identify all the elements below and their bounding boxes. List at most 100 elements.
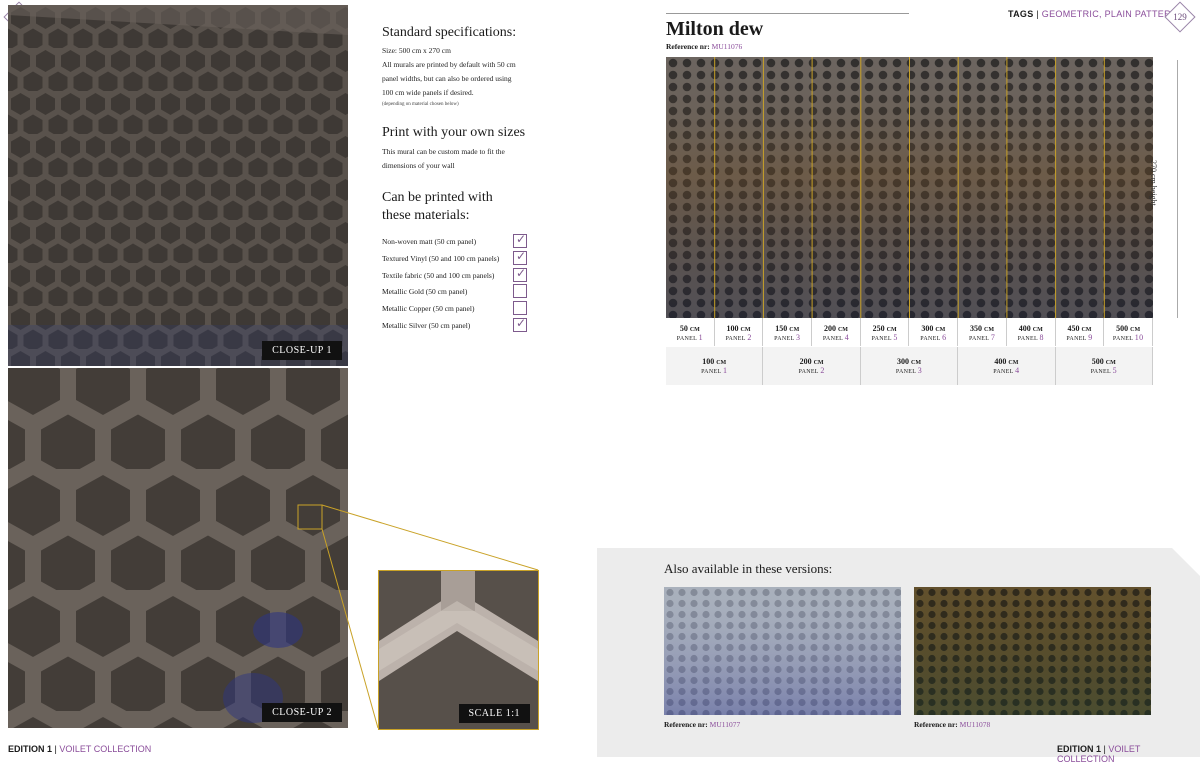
panel-number: PANEL 3 — [774, 333, 801, 342]
panel-100-cell: 300 CM PANEL 3 — [860, 347, 959, 385]
material-name: Metallic Copper (50 cm panel) — [382, 304, 475, 314]
panel-cm: 500 CM — [1091, 357, 1116, 366]
panel-50-cell: 450 CM PANEL 9 — [1055, 318, 1105, 346]
tags-line: TAGS | GEOMETRIC, PLAIN PATTERNS — [1008, 9, 1184, 19]
material-checkbox[interactable] — [513, 284, 527, 299]
edition-label-left: EDITION 1 — [8, 744, 53, 754]
panel-number: PANEL 2 — [798, 366, 825, 375]
panel-50-cell: 250 CM PANEL 5 — [860, 318, 910, 346]
material-name: Metallic Gold (50 cm panel) — [382, 287, 468, 297]
panel-100-cell: 100 CM PANEL 1 — [666, 347, 764, 385]
panel-number: PANEL 2 — [725, 333, 752, 342]
panel-number: PANEL 5 — [1090, 366, 1117, 375]
tags-value: GEOMETRIC, PLAIN PATTERNS — [1041, 9, 1184, 19]
footer-left: EDITION 1 | VOILET COLLECTION — [8, 744, 152, 754]
panel-100-cell: 500 CM PANEL 5 — [1055, 347, 1153, 385]
panel-cm: 500 CM — [1116, 324, 1141, 333]
panel-50-cell: 350 CM PANEL 7 — [958, 318, 1007, 346]
panel-number: PANEL 4 — [993, 366, 1020, 375]
check-icon: ✓ — [516, 265, 527, 280]
material-name: Non-woven matt (50 cm panel) — [382, 237, 477, 246]
material-row: Metallic Copper (50 cm panel) — [382, 301, 532, 318]
material-name: Metallic Silver (50 cm panel) — [382, 321, 471, 330]
tags-label: TAGS — [1008, 9, 1034, 19]
material-checkbox[interactable]: ✓ — [513, 248, 527, 265]
version-ref-1-label: Reference nr: — [664, 720, 708, 729]
height-indicator — [1177, 60, 1178, 318]
product-reference: Reference nr: MU11076 — [666, 42, 742, 51]
panel-cm: 400 CM — [1018, 324, 1043, 333]
panel-50-cell: 400 CM PANEL 8 — [1006, 318, 1056, 346]
panel-number: PANEL 4 — [822, 333, 850, 342]
panel-50-cell: 100 CM PANEL 2 — [714, 318, 764, 346]
panel-cm: 300 CM — [896, 357, 921, 366]
version-image-1[interactable] — [664, 587, 901, 715]
version-image-2[interactable] — [914, 587, 1151, 715]
check-icon: ✓ — [516, 232, 527, 246]
version-ref-2: Reference nr: MU11078 — [914, 720, 990, 729]
material-row: Metallic Gold (50 cm panel) — [382, 284, 532, 301]
footer-right: EDITION 1 | VOILET COLLECTION — [1057, 744, 1141, 764]
check-icon: ✓ — [516, 316, 527, 330]
panel-cm: 200 CM — [823, 324, 848, 333]
scale-image: SCALE 1:1 — [378, 570, 539, 730]
material-row: Textile fabric (50 and 100 cm panels) ✓ — [382, 265, 532, 285]
reference-value: MU11076 — [711, 42, 743, 51]
panel-50-cell: 150 CM PANEL 3 — [763, 318, 813, 346]
specs-default-line3: 100 cm wide panels if desired. — [382, 88, 474, 97]
version-ref-2-value: MU11078 — [959, 720, 991, 729]
panel-number: PANEL 5 — [871, 333, 898, 342]
material-name: Textile fabric (50 and 100 cm panels) — [382, 270, 495, 280]
material-checkbox[interactable]: ✓ — [513, 316, 527, 332]
panel-cm: 350 CM — [970, 324, 995, 333]
specs-default-line2: panel widths, but can also be ordered us… — [382, 74, 512, 83]
page-number-right: 129 — [1164, 1, 1196, 33]
edition-label-right: EDITION 1 — [1057, 744, 1102, 754]
product-title: Milton dew — [666, 18, 764, 40]
panel-number: PANEL 8 — [1017, 333, 1044, 342]
own-sizes-heading: Print with your own sizes — [382, 125, 526, 140]
panel-cm: 50 CM — [679, 324, 700, 333]
version-ref-2-label: Reference nr: — [914, 720, 958, 729]
panel-50-cell: 300 CM PANEL 6 — [909, 318, 959, 346]
material-name: Textured Vinyl (50 and 100 cm panels) — [382, 253, 500, 263]
specs-size: Size: 500 cm x 270 cm — [382, 46, 451, 55]
panel-50-cell: 500 CM PANEL 10 — [1104, 318, 1153, 346]
panel-cm: 150 CM — [775, 324, 800, 333]
materials-heading-line2: these materials: — [382, 208, 470, 223]
panel-cm: 250 CM — [872, 324, 897, 333]
title-rule — [666, 13, 909, 14]
mural-preview — [666, 57, 1153, 318]
specs-heading: Standard specifications: — [382, 25, 517, 40]
own-sizes-line2: dimensions of your wall — [382, 161, 455, 170]
panel-number: PANEL 3 — [895, 366, 923, 375]
material-checkbox[interactable]: ✓ — [513, 232, 527, 248]
material-checkbox[interactable] — [513, 301, 527, 316]
version-ref-1: Reference nr: MU11077 — [664, 720, 740, 729]
panel-cm: 400 CM — [994, 357, 1019, 366]
panel-cm: 100 CM — [702, 357, 727, 366]
panel-number: PANEL 1 — [701, 366, 728, 375]
panel-cm: 300 CM — [921, 324, 946, 333]
panel-100-cell: 400 CM PANEL 4 — [958, 347, 1056, 385]
material-row: Metallic Silver (50 cm panel) ✓ — [382, 316, 532, 335]
panel-100-cell: 200 CM PANEL 2 — [763, 347, 861, 385]
panel-50-cell: 200 CM PANEL 4 — [812, 318, 861, 346]
check-icon: ✓ — [516, 248, 527, 263]
specs-note: (depending on material chosen below) — [382, 102, 459, 107]
material-checkbox[interactable]: ✓ — [513, 265, 527, 282]
panel-number: PANEL 10 — [1112, 333, 1144, 342]
panel-number: PANEL 7 — [968, 333, 996, 342]
reference-label: Reference nr: — [666, 42, 710, 51]
materials-heading-line1: Can be printed with — [382, 190, 493, 205]
collection-label-left: VOILET COLLECTION — [59, 744, 152, 754]
scale-label: SCALE 1:1 — [458, 704, 530, 723]
versions-heading: Also available in these versions: — [664, 561, 833, 576]
panel-cm: 100 CM — [726, 324, 751, 333]
panel-number: PANEL 9 — [1066, 333, 1093, 342]
own-sizes-line1: This mural can be custom made to fit the — [382, 147, 505, 156]
material-row: Non-woven matt (50 cm panel) ✓ — [382, 232, 532, 251]
version-ref-1-value: MU11077 — [709, 720, 741, 729]
panel-cm: 200 CM — [799, 357, 824, 366]
specs-default-line1: All murals are printed by default with 5… — [382, 60, 516, 69]
